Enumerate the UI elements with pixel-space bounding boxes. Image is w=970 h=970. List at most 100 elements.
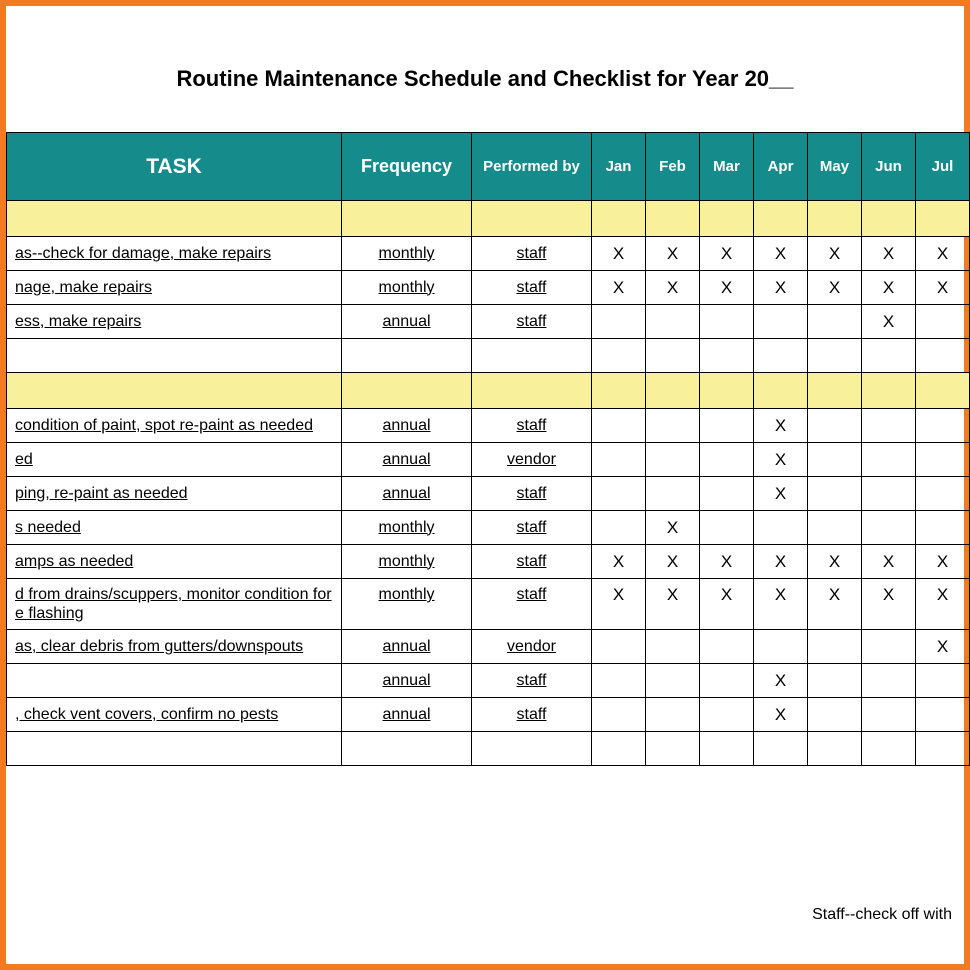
task-cell[interactable] [7,664,342,698]
month-cell[interactable]: X [700,545,754,579]
task-cell[interactable] [7,339,342,373]
month-cell[interactable] [592,477,646,511]
month-cell[interactable] [862,511,916,545]
task-cell[interactable]: ed [7,443,342,477]
month-cell[interactable]: X [916,579,970,630]
performed-by-cell[interactable]: staff [472,305,592,339]
month-cell[interactable]: X [916,271,970,305]
month-cell[interactable] [916,339,970,373]
month-cell[interactable] [808,664,862,698]
month-cell[interactable] [916,305,970,339]
month-cell[interactable]: X [646,511,700,545]
frequency-cell[interactable]: annual [342,630,472,664]
month-cell[interactable]: X [754,443,808,477]
month-cell[interactable] [916,664,970,698]
month-cell[interactable] [592,664,646,698]
frequency-cell[interactable]: monthly [342,545,472,579]
month-cell[interactable] [646,732,700,766]
month-cell[interactable] [646,698,700,732]
month-cell[interactable] [754,339,808,373]
month-cell[interactable]: X [808,545,862,579]
performed-by-cell[interactable]: staff [472,664,592,698]
month-cell[interactable]: X [862,237,916,271]
month-cell[interactable] [592,630,646,664]
performed-by-cell[interactable] [472,339,592,373]
performed-by-cell[interactable]: staff [472,545,592,579]
month-cell[interactable] [754,305,808,339]
month-cell[interactable] [700,339,754,373]
month-cell[interactable] [646,409,700,443]
month-cell[interactable] [862,630,916,664]
frequency-cell[interactable]: annual [342,305,472,339]
task-cell[interactable]: ess, make repairs [7,305,342,339]
month-cell[interactable]: X [916,545,970,579]
task-cell[interactable]: as--check for damage, make repairs [7,237,342,271]
frequency-cell[interactable]: monthly [342,237,472,271]
month-cell[interactable] [916,511,970,545]
performed-by-cell[interactable] [472,732,592,766]
month-cell[interactable] [646,443,700,477]
month-cell[interactable] [862,409,916,443]
month-cell[interactable] [808,305,862,339]
month-cell[interactable] [862,339,916,373]
month-cell[interactable] [808,698,862,732]
month-cell[interactable]: X [754,579,808,630]
month-cell[interactable] [646,630,700,664]
month-cell[interactable]: X [916,237,970,271]
performed-by-cell[interactable]: vendor [472,443,592,477]
month-cell[interactable] [700,511,754,545]
month-cell[interactable]: X [862,305,916,339]
month-cell[interactable] [592,511,646,545]
month-cell[interactable]: X [808,237,862,271]
task-cell[interactable]: , check vent covers, confirm no pests [7,698,342,732]
performed-by-cell[interactable]: staff [472,477,592,511]
month-cell[interactable]: X [862,545,916,579]
performed-by-cell[interactable]: staff [472,511,592,545]
month-cell[interactable]: X [754,664,808,698]
month-cell[interactable] [862,477,916,511]
month-cell[interactable]: X [646,579,700,630]
month-cell[interactable]: X [592,579,646,630]
month-cell[interactable] [700,305,754,339]
month-cell[interactable]: X [862,579,916,630]
month-cell[interactable] [862,698,916,732]
frequency-cell[interactable] [342,339,472,373]
month-cell[interactable]: X [592,545,646,579]
month-cell[interactable] [916,732,970,766]
task-cell[interactable]: s needed [7,511,342,545]
month-cell[interactable] [700,630,754,664]
month-cell[interactable] [646,477,700,511]
month-cell[interactable] [592,698,646,732]
month-cell[interactable] [592,443,646,477]
month-cell[interactable] [592,305,646,339]
month-cell[interactable]: X [700,237,754,271]
month-cell[interactable] [808,732,862,766]
month-cell[interactable] [754,630,808,664]
month-cell[interactable]: X [808,579,862,630]
frequency-cell[interactable] [342,732,472,766]
month-cell[interactable] [646,305,700,339]
month-cell[interactable] [808,409,862,443]
month-cell[interactable]: X [646,545,700,579]
month-cell[interactable] [646,339,700,373]
frequency-cell[interactable]: annual [342,477,472,511]
performed-by-cell[interactable]: staff [472,698,592,732]
month-cell[interactable] [916,409,970,443]
performed-by-cell[interactable]: staff [472,409,592,443]
month-cell[interactable] [916,698,970,732]
performed-by-cell[interactable]: staff [472,271,592,305]
month-cell[interactable]: X [754,477,808,511]
performed-by-cell[interactable]: staff [472,237,592,271]
month-cell[interactable]: X [700,579,754,630]
month-cell[interactable]: X [754,237,808,271]
task-cell[interactable] [7,732,342,766]
month-cell[interactable]: X [754,409,808,443]
task-cell[interactable]: amps as needed [7,545,342,579]
month-cell[interactable]: X [592,271,646,305]
month-cell[interactable]: X [646,271,700,305]
frequency-cell[interactable]: monthly [342,511,472,545]
frequency-cell[interactable]: monthly [342,271,472,305]
frequency-cell[interactable]: annual [342,443,472,477]
month-cell[interactable]: X [754,698,808,732]
task-cell[interactable]: nage, make repairs [7,271,342,305]
